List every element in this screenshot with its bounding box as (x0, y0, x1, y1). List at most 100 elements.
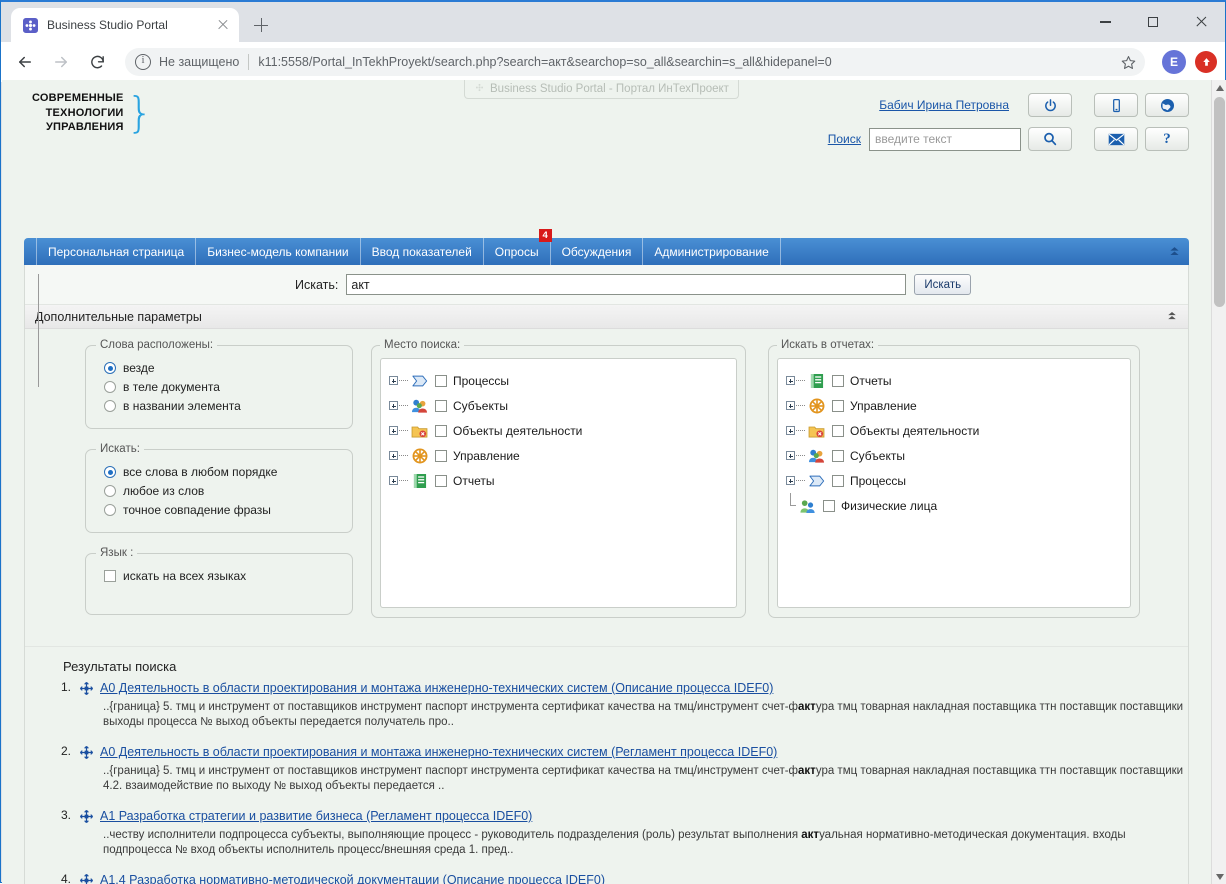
move-node-icon[interactable] (79, 745, 95, 761)
page-scrollbar[interactable] (1211, 80, 1226, 884)
checkbox-icon[interactable] (823, 500, 835, 512)
search-reports-tree[interactable]: Отчеты Управление (777, 358, 1131, 608)
radio-icon[interactable] (104, 466, 116, 478)
address-bar[interactable]: Не защищено k11:5558/Portal_InTekhProyek… (125, 48, 1145, 76)
checkbox-icon[interactable] (832, 425, 844, 437)
expand-icon[interactable] (786, 376, 795, 385)
nav-collapse-icon[interactable] (1159, 238, 1189, 265)
mobile-icon[interactable] (1094, 93, 1138, 117)
move-node-icon[interactable] (79, 873, 95, 884)
close-icon[interactable] (215, 17, 231, 33)
expand-icon[interactable] (786, 476, 795, 485)
expand-icon[interactable] (389, 401, 398, 410)
mail-icon[interactable] (1094, 127, 1138, 151)
search-icon[interactable] (1028, 127, 1072, 151)
checkbox-icon[interactable] (435, 450, 447, 462)
radio-icon[interactable] (104, 400, 116, 412)
radio-words-in-title[interactable]: в названии элемента (104, 397, 342, 415)
result-link[interactable]: А0 Деятельность в области проектирования… (100, 680, 773, 696)
expand-icon[interactable] (786, 451, 795, 460)
tree-node-subjects[interactable]: Субъекты (778, 443, 1130, 468)
radio-icon[interactable] (104, 362, 116, 374)
result-link[interactable]: А1 Разработка стратегии и развитие бизне… (100, 808, 532, 824)
nav-item-indicators[interactable]: Ввод показателей (361, 238, 484, 265)
radio-words-in-body[interactable]: в теле документа (104, 378, 342, 396)
radio-exact-phrase[interactable]: точное совпадение фразы (104, 501, 342, 519)
tree-node-activity-objects[interactable]: Объекты деятельности (381, 418, 736, 443)
scroll-down-icon[interactable] (1212, 869, 1226, 884)
snippet-highlight: акт (798, 765, 816, 777)
search-query-input[interactable] (346, 274, 906, 295)
expand-icon[interactable] (389, 376, 398, 385)
minimize-button[interactable] (1081, 2, 1129, 42)
checkbox-icon[interactable] (435, 475, 447, 487)
results-list: 1. А0 Деятельность в области проектирова… (25, 680, 1188, 884)
words-position-legend: Слова расположены: (96, 339, 217, 351)
expand-icon[interactable] (389, 476, 398, 485)
radio-all-words-any-order[interactable]: все слова в любом порядке (104, 463, 342, 481)
radio-any-word[interactable]: любое из слов (104, 482, 342, 500)
tree-node-management[interactable]: Управление (778, 393, 1130, 418)
nav-item-business-model[interactable]: Бизнес-модель компании (196, 238, 360, 265)
portal-window-tab[interactable]: Business Studio Portal - Портал ИнТехПро… (464, 80, 739, 99)
nav-item-administration[interactable]: Администрирование (643, 238, 780, 265)
maximize-button[interactable] (1129, 2, 1177, 42)
radio-icon[interactable] (104, 485, 116, 497)
logo-brace-icon: } (127, 96, 154, 130)
checkbox-all-languages[interactable]: искать на всех языках (104, 567, 342, 585)
nav-item-discussions[interactable]: Обсуждения (551, 238, 644, 265)
tree-node-processes[interactable]: Процессы (778, 468, 1130, 493)
chevron-up-icon[interactable] (1166, 308, 1178, 326)
forward-icon (45, 46, 77, 78)
move-node-icon[interactable] (79, 681, 95, 697)
user-profile-link[interactable]: Бабич Ирина Петровна (879, 98, 1009, 112)
expand-icon[interactable] (389, 426, 398, 435)
info-icon[interactable] (135, 54, 151, 70)
checkbox-icon[interactable] (832, 375, 844, 387)
nav-item-personal[interactable]: Персональная страница (36, 238, 196, 265)
expand-icon[interactable] (389, 451, 398, 460)
radio-icon[interactable] (104, 504, 116, 516)
radio-icon[interactable] (104, 381, 116, 393)
avatar[interactable]: E (1162, 50, 1186, 74)
extension-icon[interactable] (1195, 51, 1217, 73)
checkbox-icon[interactable] (832, 400, 844, 412)
radio-words-everywhere[interactable]: везде (104, 359, 342, 377)
result-link[interactable]: А0 Деятельность в области проектирования… (100, 744, 777, 760)
checkbox-icon[interactable] (435, 425, 447, 437)
browser-tab[interactable]: Business Studio Portal (11, 8, 239, 42)
move-node-icon[interactable] (79, 809, 95, 825)
tree-node-management[interactable]: Управление (381, 443, 736, 468)
search-submit-button[interactable]: Искать (914, 274, 971, 295)
checkbox-icon[interactable] (832, 475, 844, 487)
globe-icon[interactable] (1145, 93, 1189, 117)
nav-item-surveys[interactable]: Опросы 4 (484, 238, 551, 265)
expand-icon[interactable] (786, 401, 795, 410)
tree-node-subjects[interactable]: Субъекты (381, 393, 736, 418)
bookmark-star-icon[interactable] (1117, 51, 1139, 73)
checkbox-icon[interactable] (435, 400, 447, 412)
checkbox-icon[interactable] (435, 375, 447, 387)
tree-node-activity-objects[interactable]: Объекты деятельности (778, 418, 1130, 443)
tree-node-persons[interactable]: Физические лица (778, 493, 1130, 518)
tree-node-reports[interactable]: Отчеты (381, 468, 736, 493)
advanced-section-header[interactable]: Дополнительные параметры (25, 305, 1188, 329)
scroll-up-icon[interactable] (1212, 80, 1226, 95)
search-place-tree[interactable]: Процессы Субъекты (380, 358, 737, 608)
new-tab-button[interactable] (247, 11, 275, 39)
scrollbar-thumb[interactable] (1214, 97, 1225, 307)
search-input[interactable]: введите текст (869, 128, 1021, 151)
power-icon[interactable] (1028, 93, 1072, 117)
reload-icon[interactable] (81, 46, 113, 78)
result-link[interactable]: А1.4 Разработка нормативно-методической … (100, 872, 605, 884)
tree-node-label: Субъекты (850, 449, 905, 463)
back-icon[interactable] (9, 46, 41, 78)
help-icon[interactable]: ? (1145, 127, 1189, 151)
tree-node-reports[interactable]: Отчеты (778, 368, 1130, 393)
tree-node-processes[interactable]: Процессы (381, 368, 736, 393)
checkbox-icon[interactable] (832, 450, 844, 462)
close-window-button[interactable] (1177, 2, 1225, 42)
expand-icon[interactable] (786, 426, 795, 435)
search-label-link[interactable]: Поиск (828, 132, 861, 146)
checkbox-icon[interactable] (104, 570, 116, 582)
